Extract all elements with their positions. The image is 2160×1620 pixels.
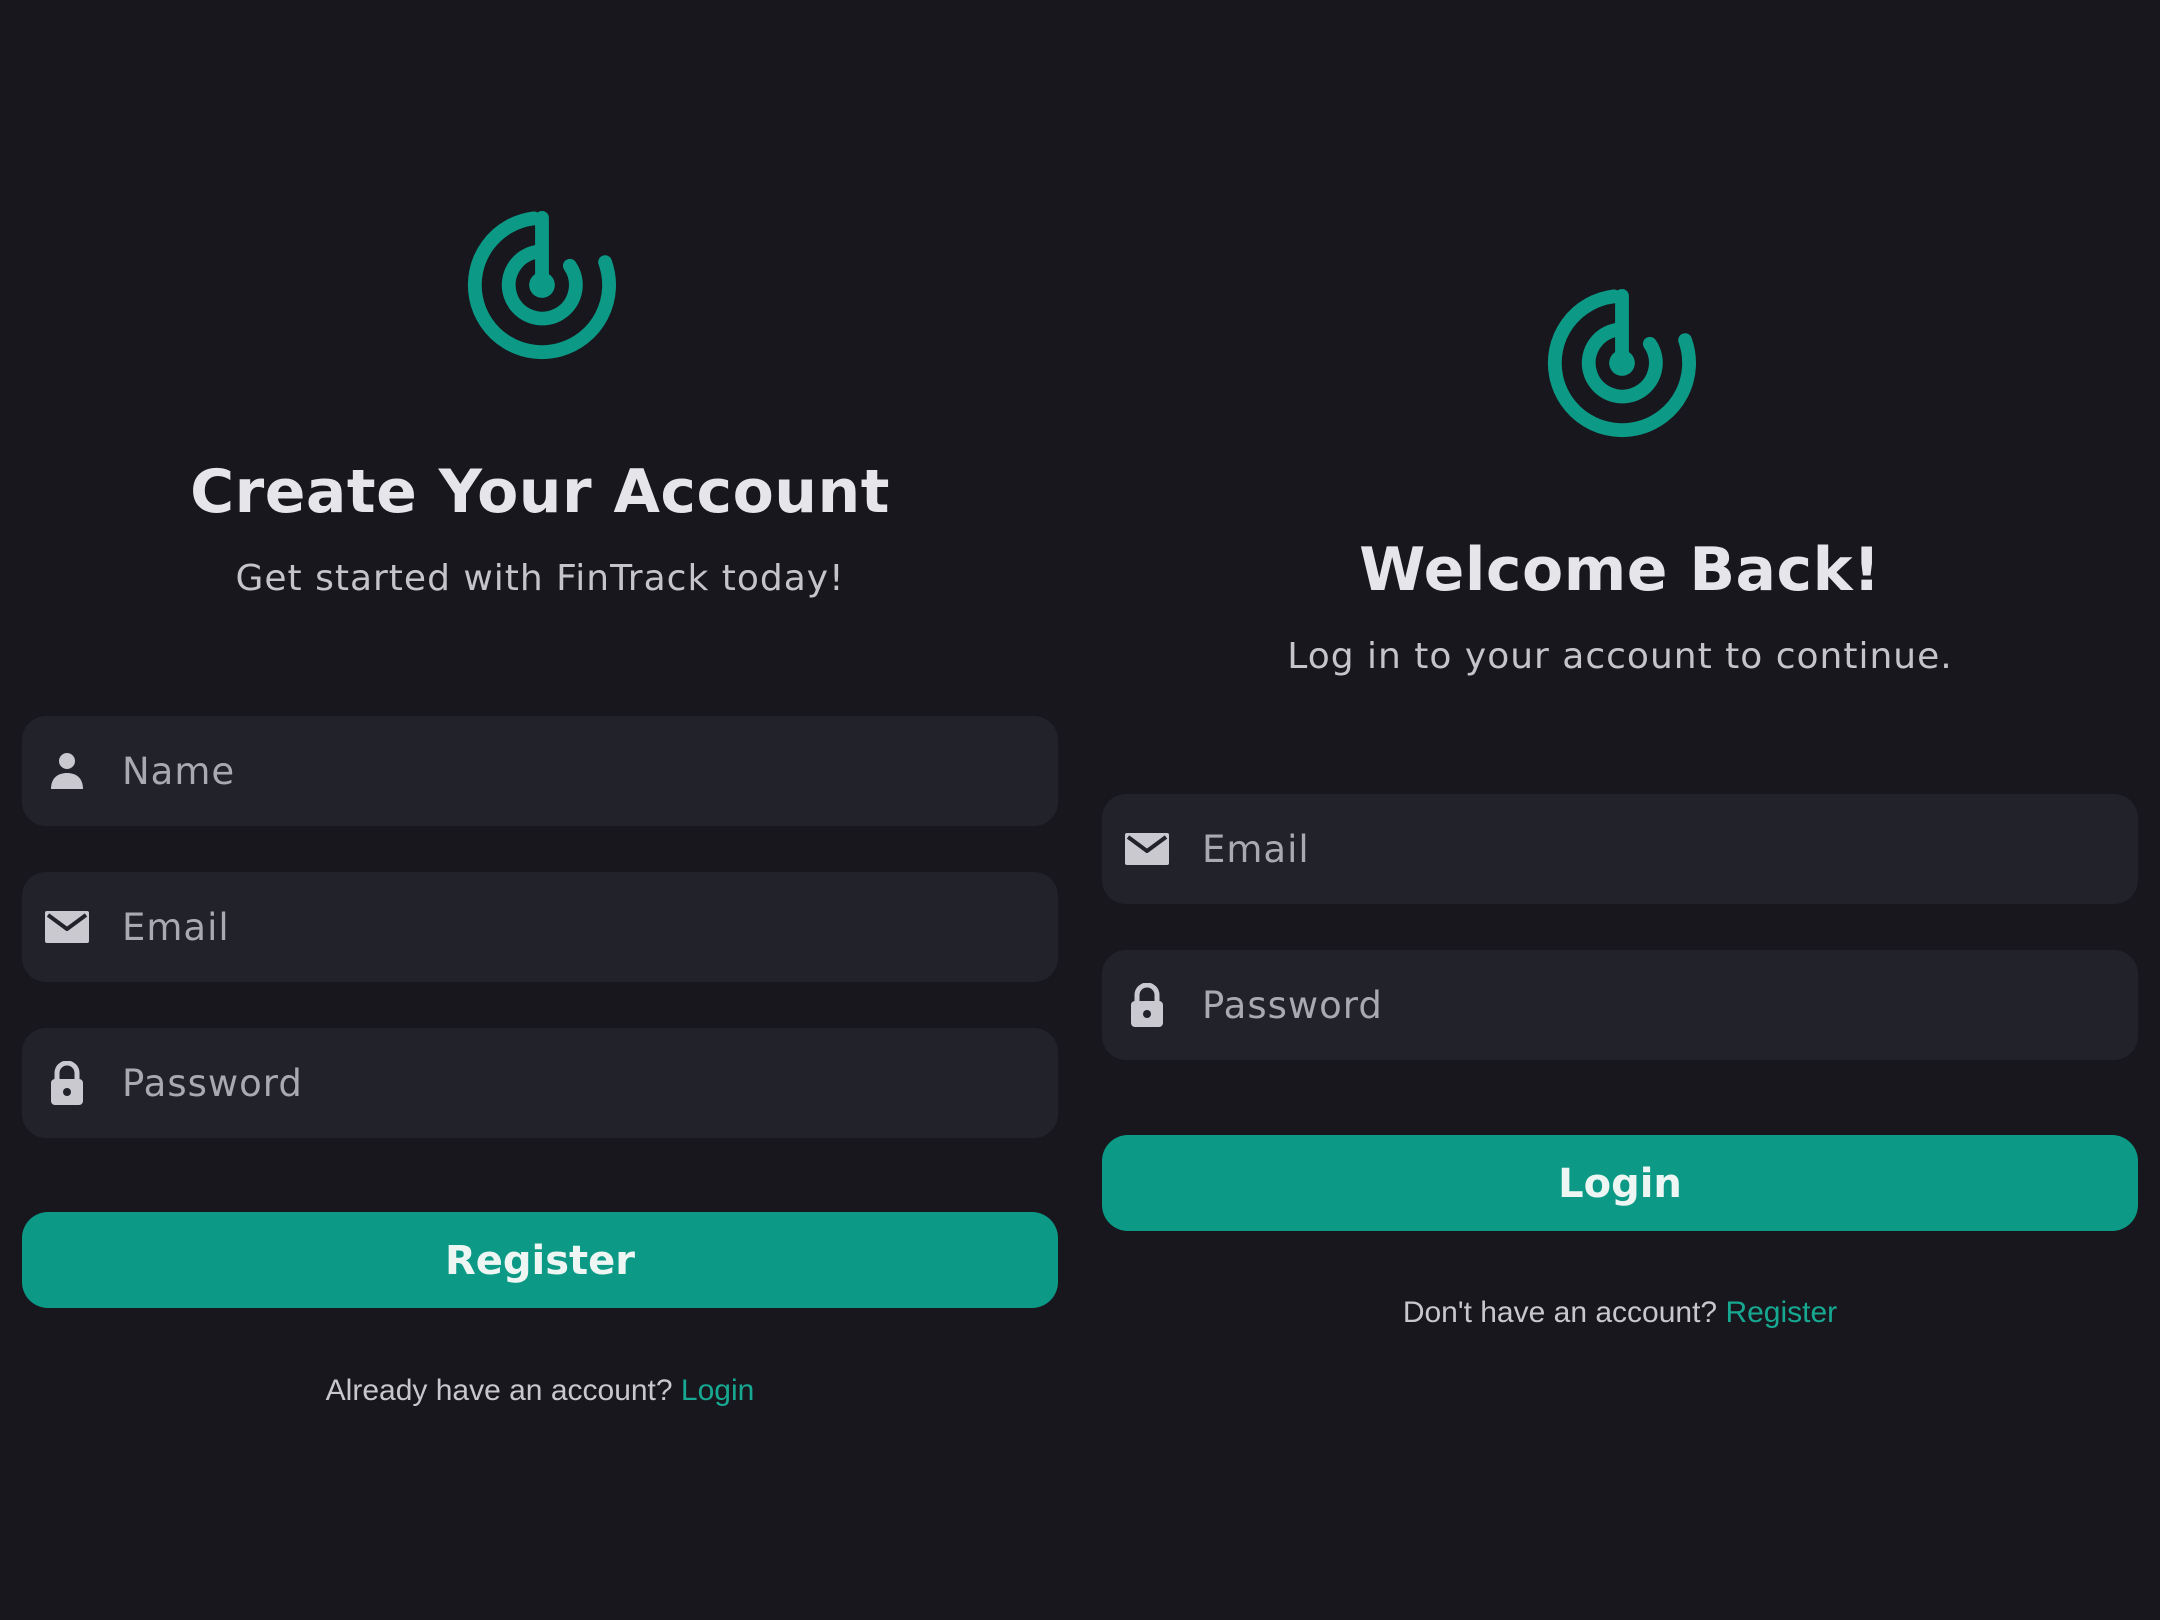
- login-footer-text: Don't have an account?: [1402, 1296, 1718, 1329]
- login-title: Welcome Back!: [1359, 535, 1881, 605]
- login-subtitle: Log in to your account to continue.: [1287, 636, 1953, 677]
- auth-screens: Create Your Account Get started with Fin…: [0, 0, 2160, 1620]
- register-footer-text: Already have an account?: [325, 1374, 673, 1407]
- register-footer: Already have an account? Login: [22, 1369, 1058, 1413]
- register-email-field[interactable]: [22, 872, 1058, 982]
- login-email-field[interactable]: [1102, 794, 2138, 904]
- name-input[interactable]: [122, 716, 1022, 826]
- register-link[interactable]: Register: [1725, 1296, 1837, 1329]
- login-email-input[interactable]: [1202, 794, 2102, 904]
- fintrack-logo-icon: [463, 206, 621, 364]
- register-title: Create Your Account: [190, 457, 890, 527]
- register-password-field[interactable]: [22, 1028, 1058, 1138]
- register-email-input[interactable]: [122, 872, 1022, 982]
- login-password-input[interactable]: [1202, 950, 2102, 1060]
- fintrack-logo-icon: [1543, 284, 1701, 442]
- login-link[interactable]: Login: [681, 1374, 754, 1407]
- lock-icon: [44, 1061, 90, 1105]
- login-password-field[interactable]: [1102, 950, 2138, 1060]
- register-password-input[interactable]: [122, 1028, 1022, 1138]
- name-field[interactable]: [22, 716, 1058, 826]
- login-footer: Don't have an account? Register: [1102, 1291, 2138, 1335]
- login-button[interactable]: Login: [1102, 1135, 2138, 1231]
- mail-icon: [1124, 827, 1170, 871]
- register-subtitle: Get started with FinTrack today!: [235, 558, 845, 599]
- register-button[interactable]: Register: [22, 1212, 1058, 1308]
- person-icon: [44, 749, 90, 793]
- lock-icon: [1124, 983, 1170, 1027]
- mail-icon: [44, 905, 90, 949]
